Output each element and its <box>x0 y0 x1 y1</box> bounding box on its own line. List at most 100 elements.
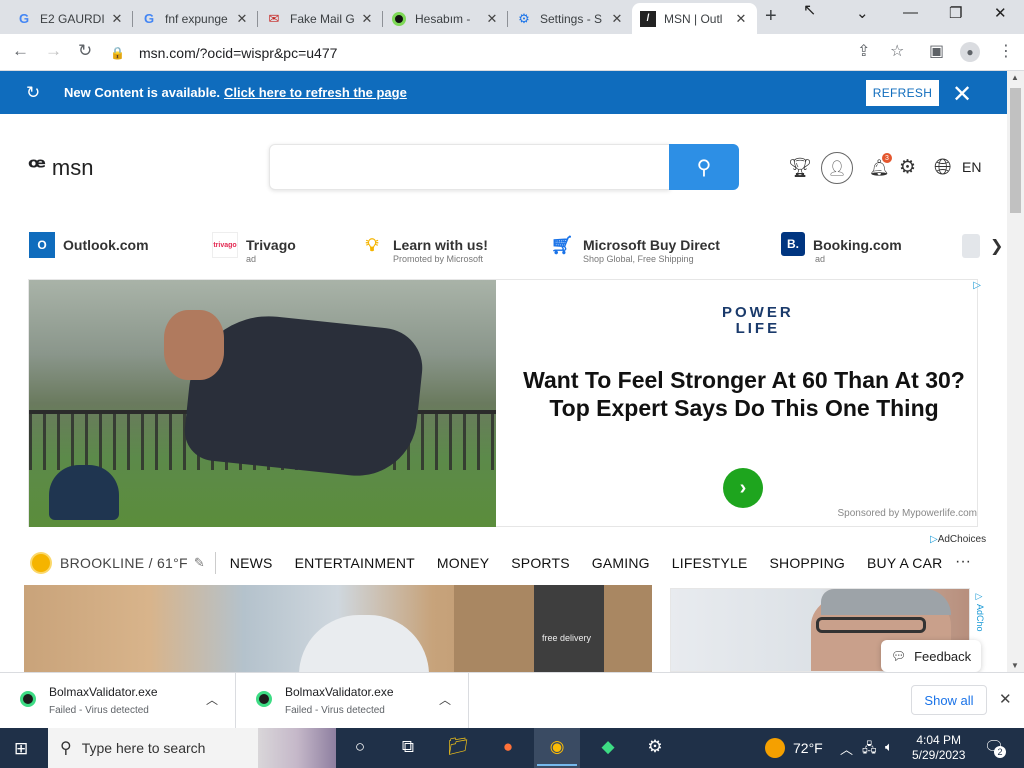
side-panel-icon[interactable]: ▣ <box>929 41 944 61</box>
adchoices-vertical[interactable]: ▷ AdCho <box>975 592 985 632</box>
close-tab-icon[interactable]: ✕ <box>359 11 375 27</box>
scroll-down-icon[interactable]: ▼ <box>1011 661 1019 670</box>
show-all-button[interactable]: Show all <box>911 685 987 715</box>
download-item[interactable]: BolmaxValidator.exe Failed - Virus detec… <box>0 673 236 729</box>
app-icon[interactable]: ◆ <box>596 737 620 757</box>
nav-gaming[interactable]: GAMING <box>592 555 650 571</box>
quick-link-sub: Promoted by Microsoft <box>393 254 484 264</box>
taskbar-clock[interactable]: 4:04 PM 5/29/2023 <box>912 733 965 763</box>
tab-fake-mail[interactable]: ✉ Fake Mail G ✕ <box>258 3 383 34</box>
feedback-label: Feedback <box>914 648 972 664</box>
close-tab-icon[interactable]: ✕ <box>484 11 500 27</box>
nav-shopping[interactable]: SHOPPING <box>769 555 845 571</box>
download-item[interactable]: BolmaxValidator.exe Failed - Virus detec… <box>236 673 469 729</box>
quick-link-outlook[interactable]: O Outlook.com <box>29 232 149 258</box>
reload-icon[interactable]: ↻ <box>78 41 92 61</box>
more-options-icon[interactable]: ··· <box>955 553 971 571</box>
quick-link-sub: ad <box>815 254 826 264</box>
news-card-image[interactable]: free delivery <box>24 585 652 672</box>
nav-money[interactable]: MONEY <box>437 555 489 571</box>
menu-kebab-icon[interactable]: ⋮ <box>998 41 1014 61</box>
tab-hesabim[interactable]: Hesabım - ✕ <box>383 3 508 34</box>
cortana-icon[interactable]: ○ <box>348 737 372 757</box>
booking-icon: B. <box>781 232 805 256</box>
nav-news[interactable]: NEWS <box>230 555 273 571</box>
tray-chevron-up-icon[interactable]: ︿ <box>840 739 853 758</box>
taskbar-weather[interactable]: 72°F <box>765 738 823 758</box>
close-tab-icon[interactable]: ✕ <box>234 11 250 27</box>
ad-banner[interactable]: POWER LIFE Want To Feel Stronger At 60 T… <box>28 279 981 527</box>
scroll-up-icon[interactable]: ▲ <box>1011 73 1019 82</box>
windows-taskbar: ⊞ ⚲ Type here to search ○ ⧉ 📁︎ ● ◉ ◆ ⚙ 7… <box>0 728 1024 768</box>
tab-msn[interactable]: / MSN | Outl ✕ <box>632 3 757 34</box>
close-tab-icon[interactable]: ✕ <box>733 11 749 27</box>
network-icon[interactable]: 🖧︎ <box>862 739 877 761</box>
action-center-icon[interactable]: 🗨︎2 <box>984 737 1006 758</box>
sign-in-avatar[interactable]: 👤︎ <box>821 152 853 184</box>
close-tab-icon[interactable]: ✕ <box>109 11 125 27</box>
nav-lifestyle[interactable]: LIFESTYLE <box>672 555 748 571</box>
page-scrollbar[interactable]: ▲ ▼ <box>1007 71 1024 672</box>
url-text[interactable]: msn.com/?ocid=wispr&pc=u477 <box>139 45 337 61</box>
tab-settings[interactable]: ⚙ Settings - S ✕ <box>508 3 633 34</box>
search-button[interactable]: ⚲ <box>669 144 739 190</box>
lock-icon[interactable]: 🔒 <box>110 46 125 60</box>
volume-icon[interactable]: 🔈︎ <box>885 739 893 755</box>
bookmark-star-icon[interactable]: ☆ <box>890 41 904 61</box>
quick-link-next-item[interactable] <box>962 234 980 258</box>
quick-link-learn[interactable]: 💡︎ Learn with us! Promoted by Microsoft <box>359 232 488 265</box>
globe-icon[interactable]: 🌐︎ <box>934 154 952 180</box>
profile-icon[interactable]: ● <box>960 42 980 62</box>
tab-title: E2 GAURDI <box>40 11 105 26</box>
rewards-trophy-icon[interactable]: 🏆︎ <box>788 156 812 180</box>
settings-gear-icon[interactable]: ⚙ <box>643 737 667 757</box>
trivago-icon: trivago <box>212 232 238 258</box>
settings-gear-icon[interactable]: ⚙ <box>899 156 916 179</box>
address-bar[interactable]: 🔒 msn.com/?ocid=wispr&pc=u477 <box>110 38 920 67</box>
chevron-up-icon[interactable]: ︿ <box>206 691 218 708</box>
forward-icon[interactable]: → <box>45 41 62 61</box>
refresh-link[interactable]: Click here to refresh the page <box>224 85 407 100</box>
quick-link-booking[interactable]: B. Booking.com ad <box>781 232 902 264</box>
category-nav: BROOKLINE / 61°F ✎ NEWS ENTERTAINMENT MO… <box>32 552 964 574</box>
close-tab-icon[interactable]: ✕ <box>609 11 625 27</box>
language-selector[interactable]: EN <box>962 159 981 175</box>
minimize-icon[interactable]: — <box>903 4 918 21</box>
scrollbar-thumb[interactable] <box>1010 88 1021 213</box>
tab-fnf-expunge[interactable]: G fnf expunge ✕ <box>133 3 258 34</box>
chevron-up-icon[interactable]: ︿ <box>439 691 451 708</box>
close-shelf-icon[interactable]: ✕ <box>999 690 1012 708</box>
quick-link-trivago[interactable]: trivago Trivago ad <box>212 232 296 264</box>
close-banner-icon[interactable]: ✕ <box>952 80 972 109</box>
google-icon: G <box>143 11 155 26</box>
ad-headline[interactable]: Want To Feel Stronger At 60 Than At 30? … <box>514 366 974 422</box>
nav-sports[interactable]: SPORTS <box>511 555 570 571</box>
taskbar-search[interactable]: ⚲ Type here to search <box>48 728 336 768</box>
refresh-button[interactable]: REFRESH <box>866 80 939 106</box>
edit-pencil-icon[interactable]: ✎ <box>194 555 205 571</box>
chrome-icon[interactable]: ◉ <box>537 737 577 766</box>
windows-start-icon[interactable]: ⊞ <box>14 739 28 759</box>
file-explorer-icon[interactable]: 📁︎ <box>446 737 470 757</box>
ad-go-button[interactable]: › <box>723 468 763 508</box>
adchoices-icon[interactable]: ▷ <box>973 280 981 291</box>
ad-brand-logo: POWER LIFE <box>722 305 794 337</box>
msn-logo[interactable]: ꟹ msn <box>28 152 93 183</box>
search-input[interactable] <box>269 144 670 190</box>
nav-buy-a-car[interactable]: BUY A CAR <box>867 555 942 571</box>
task-view-icon[interactable]: ⧉ <box>396 737 420 757</box>
close-window-icon[interactable]: ✕ <box>994 4 1007 22</box>
feedback-button[interactable]: 💬︎ Feedback <box>881 640 981 672</box>
adchoices-link[interactable]: ▷AdChoices <box>930 534 986 545</box>
nav-entertainment[interactable]: ENTERTAINMENT <box>295 555 415 571</box>
quick-link-microsoft-buy[interactable]: 🛒︎ Microsoft Buy Direct Shop Global, Fre… <box>549 232 720 265</box>
firefox-icon[interactable]: ● <box>496 737 520 757</box>
restore-icon[interactable]: ❐ <box>949 4 962 22</box>
new-tab-icon[interactable]: + <box>765 5 777 28</box>
tab-search-icon[interactable]: ⌄ <box>856 4 869 22</box>
location-weather[interactable]: BROOKLINE / 61°F <box>60 555 188 571</box>
back-icon[interactable]: ← <box>12 41 29 61</box>
share-icon[interactable]: ⇪ <box>857 41 870 61</box>
quick-links-next-icon[interactable]: ❯ <box>990 236 1003 256</box>
tab-e2-gaurdi[interactable]: G E2 GAURDI ✕ <box>8 3 133 34</box>
